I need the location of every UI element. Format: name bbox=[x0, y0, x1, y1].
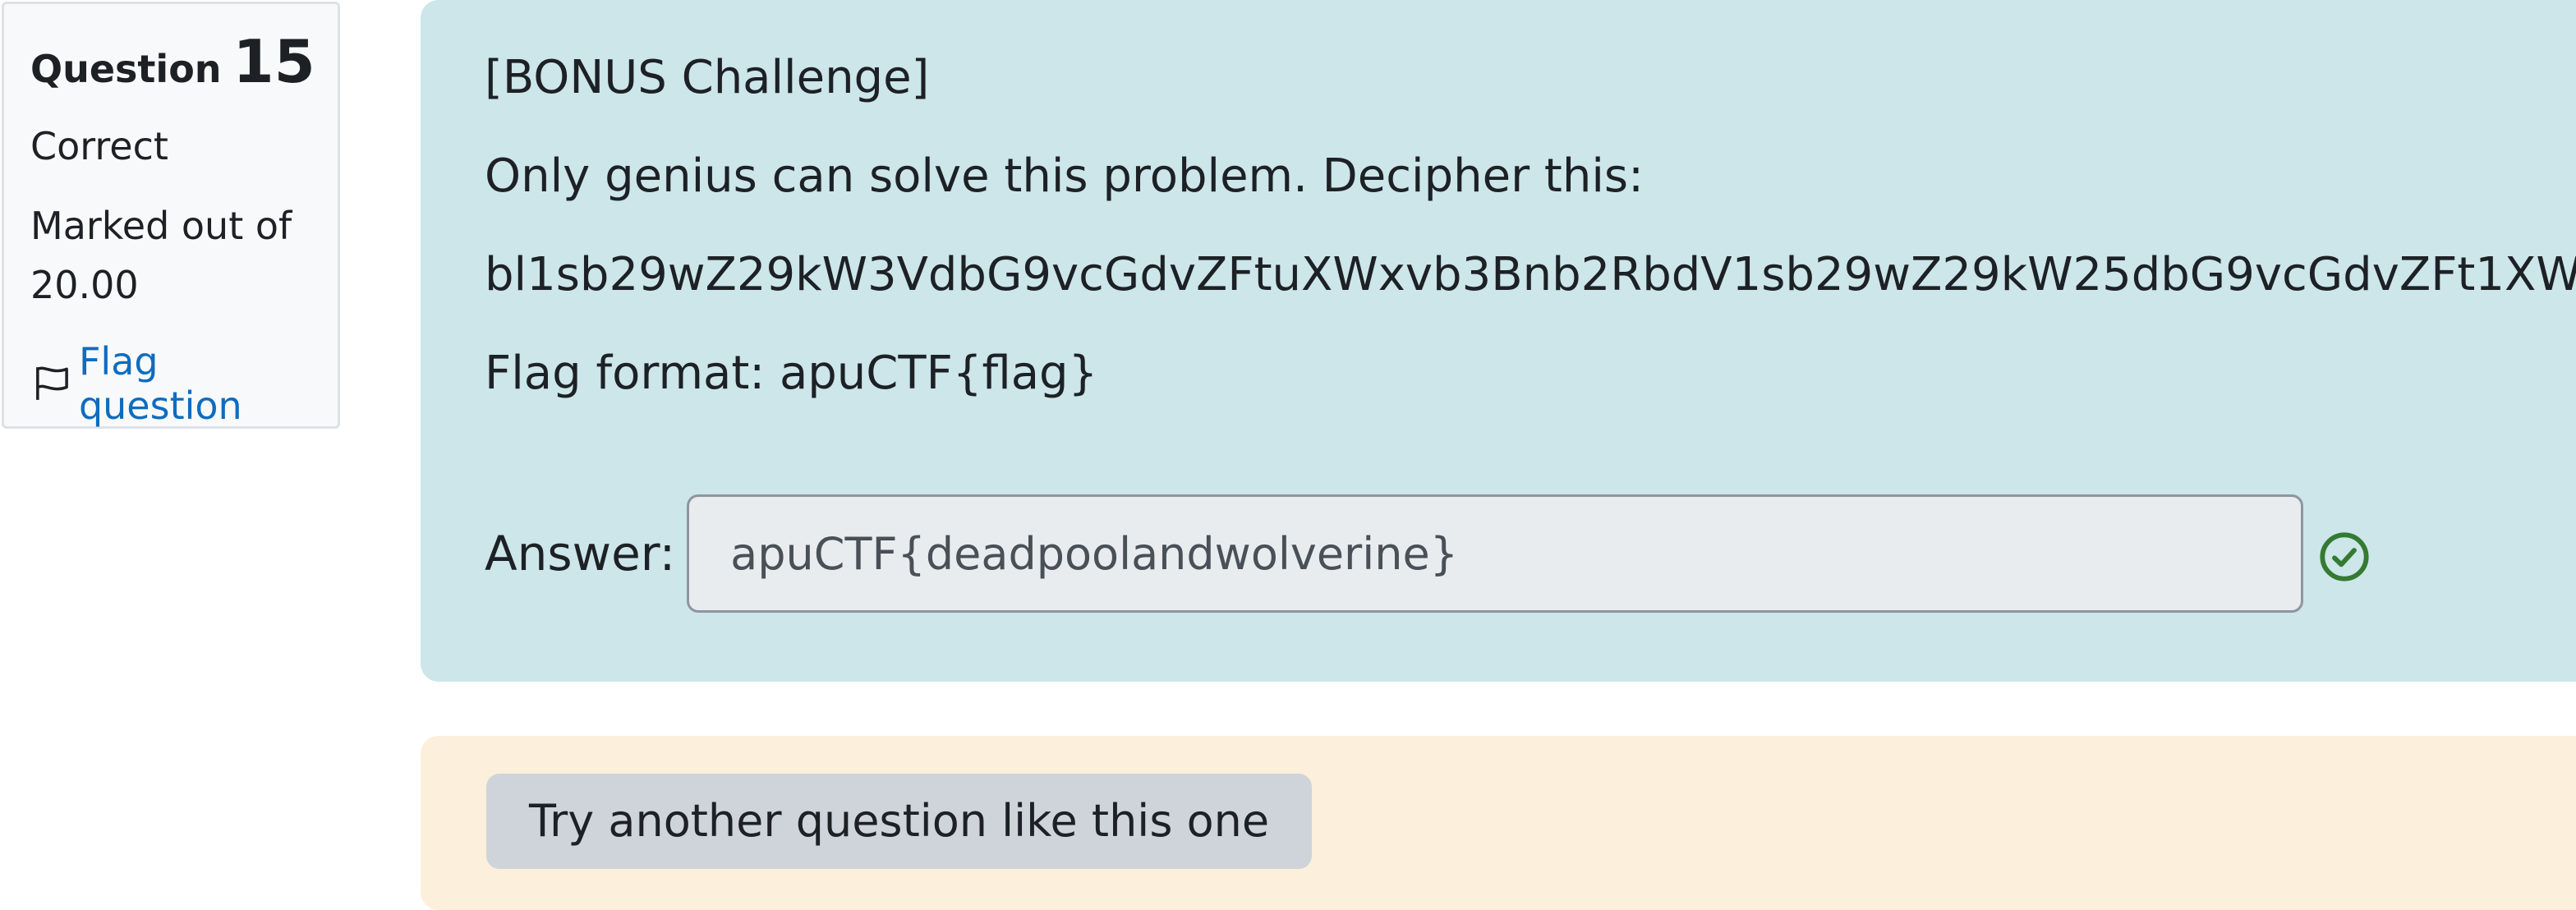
flag-question-link[interactable]: Flag question bbox=[30, 339, 311, 428]
question-formulation: [BONUS Challenge] Only genius can solve … bbox=[421, 0, 2576, 682]
check-circle-icon bbox=[2320, 532, 2369, 581]
flag-question-label[interactable]: Flag question bbox=[79, 339, 311, 428]
question-state: Correct bbox=[30, 124, 168, 168]
question-text: [BONUS Challenge] Only genius can solve … bbox=[485, 49, 2576, 402]
answer-input[interactable] bbox=[687, 494, 2304, 613]
question-number: 15 bbox=[232, 27, 315, 96]
question-title: [BONUS Challenge] bbox=[485, 51, 930, 104]
quiz-page: Question 15 Correct Marked out of 20.00 … bbox=[0, 0, 2576, 910]
question-label: Question bbox=[30, 47, 222, 91]
question-info-panel: Question 15 Correct Marked out of 20.00 … bbox=[2, 2, 340, 429]
flag-icon bbox=[36, 366, 68, 400]
question-instruction: Only genius can solve this problem. Deci… bbox=[485, 149, 1644, 203]
try-another-question-button[interactable]: Try another question like this one bbox=[486, 774, 1313, 869]
cipher-text: bl1sb29wZ29kW3VdbG9vcGdvZFtuXWxvb3Bnb2Rb… bbox=[485, 248, 2576, 301]
question-grade: Marked out of 20.00 bbox=[30, 204, 292, 307]
answer-row: Answer: bbox=[485, 494, 2576, 613]
question-outcome: Try another question like this one bbox=[421, 736, 2576, 910]
answer-label: Answer: bbox=[485, 526, 676, 581]
flag-format: Flag format: apuCTF{flag} bbox=[485, 347, 1098, 400]
question-number-heading: Question 15 bbox=[30, 32, 315, 91]
